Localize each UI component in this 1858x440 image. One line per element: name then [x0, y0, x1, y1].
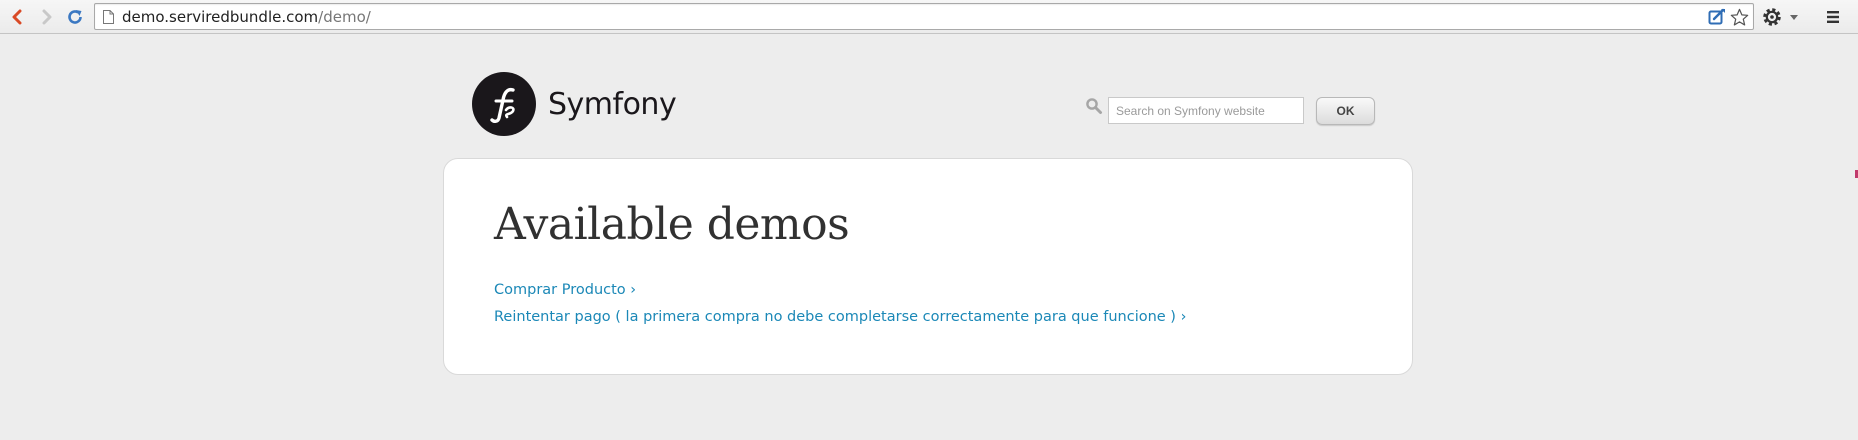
page-title: Available demos: [494, 199, 850, 250]
url-text: demo.serviredbundle.com/demo/: [122, 8, 371, 26]
search-icon: [1086, 98, 1102, 114]
back-button[interactable]: [5, 5, 29, 29]
page-icon: [103, 10, 114, 24]
symfony-logo[interactable]: Symfony: [472, 72, 677, 136]
url-path: /demo/: [318, 8, 371, 26]
dropdown-arrow-icon: [1790, 15, 1798, 20]
demo-link-comprar-producto[interactable]: Comprar Producto ›: [494, 282, 636, 298]
extension-icon: [1708, 8, 1725, 25]
search-ok-button[interactable]: OK: [1316, 97, 1375, 125]
symfony-sf-icon: [490, 87, 515, 123]
content-card: Available demos Comprar Producto › Reint…: [443, 158, 1413, 375]
extension-button[interactable]: [1707, 7, 1727, 27]
menu-icon: [1827, 11, 1839, 23]
list-item: Reintentar pago ( la primera compra no d…: [494, 306, 1186, 333]
reload-icon: [68, 10, 82, 24]
reload-button[interactable]: [63, 5, 87, 29]
symfony-logo-mark: [472, 72, 536, 136]
demo-list: Comprar Producto › Reintentar pago ( la …: [494, 279, 1186, 333]
address-bar[interactable]: demo.serviredbundle.com/demo/: [94, 3, 1754, 30]
bookmark-button[interactable]: [1729, 7, 1749, 27]
search-input[interactable]: [1108, 97, 1304, 124]
gear-icon: [1763, 8, 1781, 26]
bookmark-star-icon: [1730, 8, 1748, 26]
list-item: Comprar Producto ›: [494, 279, 1186, 306]
forward-button[interactable]: [35, 5, 59, 29]
browser-menu-button[interactable]: [1821, 5, 1845, 29]
site-header: Symfony OK: [0, 34, 1858, 158]
url-host: demo.serviredbundle.com: [122, 8, 319, 26]
forward-arrow-icon: [42, 9, 52, 25]
demo-link-reintentar-pago[interactable]: Reintentar pago ( la primera compra no d…: [494, 309, 1186, 325]
settings-button[interactable]: [1760, 5, 1784, 29]
logo-text: Symfony: [548, 86, 677, 122]
back-arrow-icon: [12, 9, 22, 25]
browser-toolbar: demo.serviredbundle.com/demo/: [0, 0, 1858, 34]
settings-dropdown-button[interactable]: [1786, 5, 1802, 29]
